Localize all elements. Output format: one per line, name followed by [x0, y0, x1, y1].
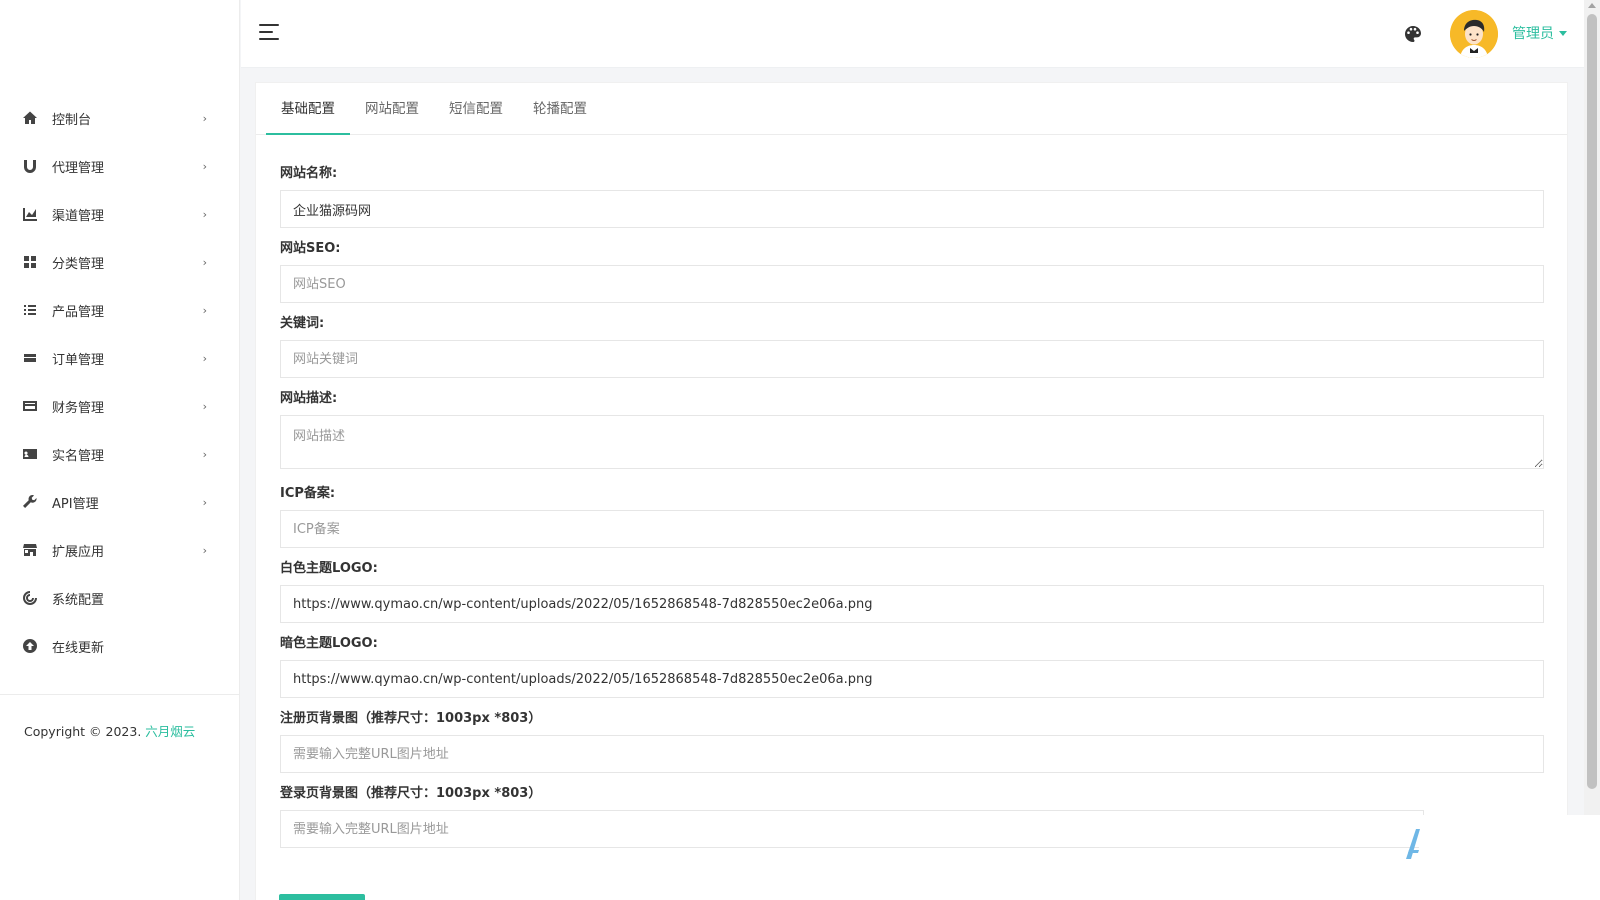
topbar: 管理员: [241, 0, 1584, 68]
description-textarea[interactable]: [280, 415, 1544, 469]
light-logo-input[interactable]: [280, 585, 1544, 623]
sidebar-item-products[interactable]: 产品管理 ›: [0, 286, 239, 334]
scroll-up-icon[interactable]: [1588, 3, 1596, 8]
chevron-right-icon: ›: [202, 303, 207, 317]
icp-input[interactable]: [280, 510, 1544, 548]
list-icon: [22, 302, 38, 318]
login-bg-label: 登录页背景图（推荐尺寸：1003px *803）: [280, 786, 542, 801]
dark-logo-label: 暗色主题LOGO:: [280, 636, 378, 651]
sidebar-item-label: 扩展应用: [52, 544, 105, 560]
sidebar-item-extensions[interactable]: 扩展应用 ›: [0, 526, 239, 574]
id-card-icon: [22, 446, 38, 462]
chevron-right-icon: ›: [202, 543, 207, 557]
sidebar-menu: 控制台 › 代理管理 › 渠道管理 › 分类管理 › 产品管理 › 订单管理 ›: [0, 94, 239, 670]
sidebar-item-realname[interactable]: 实名管理 ›: [0, 430, 239, 478]
upload-icon: [22, 638, 38, 654]
sidebar-item-label: 产品管理: [52, 304, 105, 320]
icp-label: ICP备案:: [280, 486, 336, 501]
site-name-label: 网站名称:: [280, 166, 338, 181]
field-register-bg: 注册页背景图（推荐尺寸：1003px *803）: [280, 710, 1544, 773]
site-name-input[interactable]: [280, 190, 1544, 228]
save-button[interactable]: [279, 894, 365, 900]
description-label: 网站描述:: [280, 391, 338, 406]
register-bg-input[interactable]: [280, 735, 1544, 773]
field-login-bg: 登录页背景图（推荐尺寸：1003px *803）: [280, 785, 1543, 848]
keywords-label: 关键词:: [280, 316, 325, 331]
sidebar-item-online-update[interactable]: 在线更新: [0, 622, 239, 670]
sidebar-item-label: 渠道管理: [52, 208, 105, 224]
settings-icon: [22, 590, 38, 606]
settings-tabs: 基础配置 网站配置 短信配置 轮播配置: [256, 83, 1567, 135]
grid-icon: [22, 254, 38, 270]
login-bg-input[interactable]: [280, 810, 1424, 848]
tab-sms-config[interactable]: 短信配置: [434, 83, 518, 134]
chevron-right-icon: ›: [202, 495, 207, 509]
sidebar-item-categories[interactable]: 分类管理 ›: [0, 238, 239, 286]
sidebar-item-label: 系统配置: [52, 592, 105, 608]
tab-site-config[interactable]: 网站配置: [350, 83, 434, 134]
store-icon: [22, 542, 38, 558]
scrollbar-thumb[interactable]: [1587, 14, 1597, 789]
field-dark-logo: 暗色主题LOGO:: [280, 635, 1544, 698]
keywords-input[interactable]: [280, 340, 1544, 378]
avatar[interactable]: [1450, 10, 1498, 58]
field-site-name: 网站名称:: [280, 165, 1544, 228]
tab-basic-config[interactable]: 基础配置: [266, 83, 350, 135]
floating-logo-icon: [1404, 826, 1422, 860]
home-icon: [22, 110, 38, 126]
site-seo-input[interactable]: [280, 265, 1544, 303]
chevron-right-icon: ›: [202, 111, 207, 125]
palette-icon[interactable]: [1403, 24, 1423, 44]
bottom-right-blank: [1419, 815, 1600, 900]
card-icon: [22, 398, 38, 414]
caret-down-icon: [1559, 30, 1567, 36]
sidebar-item-channels[interactable]: 渠道管理 ›: [0, 190, 239, 238]
wrench-icon: [22, 494, 38, 510]
copyright-link[interactable]: 六月烟云: [145, 724, 195, 739]
sidebar-item-api[interactable]: API管理 ›: [0, 478, 239, 526]
site-seo-label: 网站SEO:: [280, 241, 341, 256]
sidebar-item-label: 代理管理: [52, 160, 105, 176]
sidebar-item-label: 在线更新: [52, 640, 105, 656]
order-icon: [22, 350, 38, 366]
sidebar-item-agents[interactable]: 代理管理 ›: [0, 142, 239, 190]
user-menu[interactable]: 管理员: [1512, 23, 1567, 43]
sidebar-item-label: 财务管理: [52, 400, 105, 416]
chevron-right-icon: ›: [202, 207, 207, 221]
sidebar-item-label: 分类管理: [52, 256, 105, 272]
field-description: 网站描述:: [280, 390, 1544, 473]
copyright-text: Copyright © 2023.: [24, 724, 142, 739]
field-keywords: 关键词:: [280, 315, 1544, 378]
page-scrollbar[interactable]: [1584, 0, 1600, 815]
user-name: 管理员: [1512, 26, 1554, 42]
chevron-right-icon: ›: [202, 255, 207, 269]
sidebar-item-orders[interactable]: 订单管理 ›: [0, 334, 239, 382]
field-light-logo: 白色主题LOGO:: [280, 560, 1544, 623]
sidebar-item-finance[interactable]: 财务管理 ›: [0, 382, 239, 430]
settings-card: 基础配置 网站配置 短信配置 轮播配置 网站名称: 网站SEO: 关键词: 网站…: [255, 82, 1568, 900]
basic-config-form: 网站名称: 网站SEO: 关键词: 网站描述: ICP备案: 白色主题LOGO:…: [256, 135, 1567, 848]
tab-carousel-config[interactable]: 轮播配置: [518, 83, 602, 134]
chevron-right-icon: ›: [202, 399, 207, 413]
copyright: Copyright © 2023. 六月烟云: [0, 695, 239, 740]
field-icp: ICP备案:: [280, 485, 1544, 548]
chevron-right-icon: ›: [202, 159, 207, 173]
sidebar-item-label: 实名管理: [52, 448, 105, 464]
sidebar-item-label: 订单管理: [52, 352, 105, 368]
sidebar-item-system-config[interactable]: 系统配置: [0, 574, 239, 622]
chevron-right-icon: ›: [202, 351, 207, 365]
field-site-seo: 网站SEO:: [280, 240, 1544, 303]
dark-logo-input[interactable]: [280, 660, 1544, 698]
sidebar: 控制台 › 代理管理 › 渠道管理 › 分类管理 › 产品管理 › 订单管理 ›: [0, 0, 240, 900]
sidebar-item-dashboard[interactable]: 控制台 ›: [0, 94, 239, 142]
magnet-icon: [22, 158, 38, 174]
sidebar-item-label: 控制台: [52, 112, 92, 128]
chart-icon: [22, 206, 38, 222]
logo-area: [0, 0, 239, 82]
register-bg-label: 注册页背景图（推荐尺寸：1003px *803）: [280, 711, 542, 726]
chevron-right-icon: ›: [202, 447, 207, 461]
light-logo-label: 白色主题LOGO:: [280, 561, 378, 576]
sidebar-item-label: API管理: [52, 496, 99, 512]
menu-toggle-icon[interactable]: [259, 24, 281, 42]
